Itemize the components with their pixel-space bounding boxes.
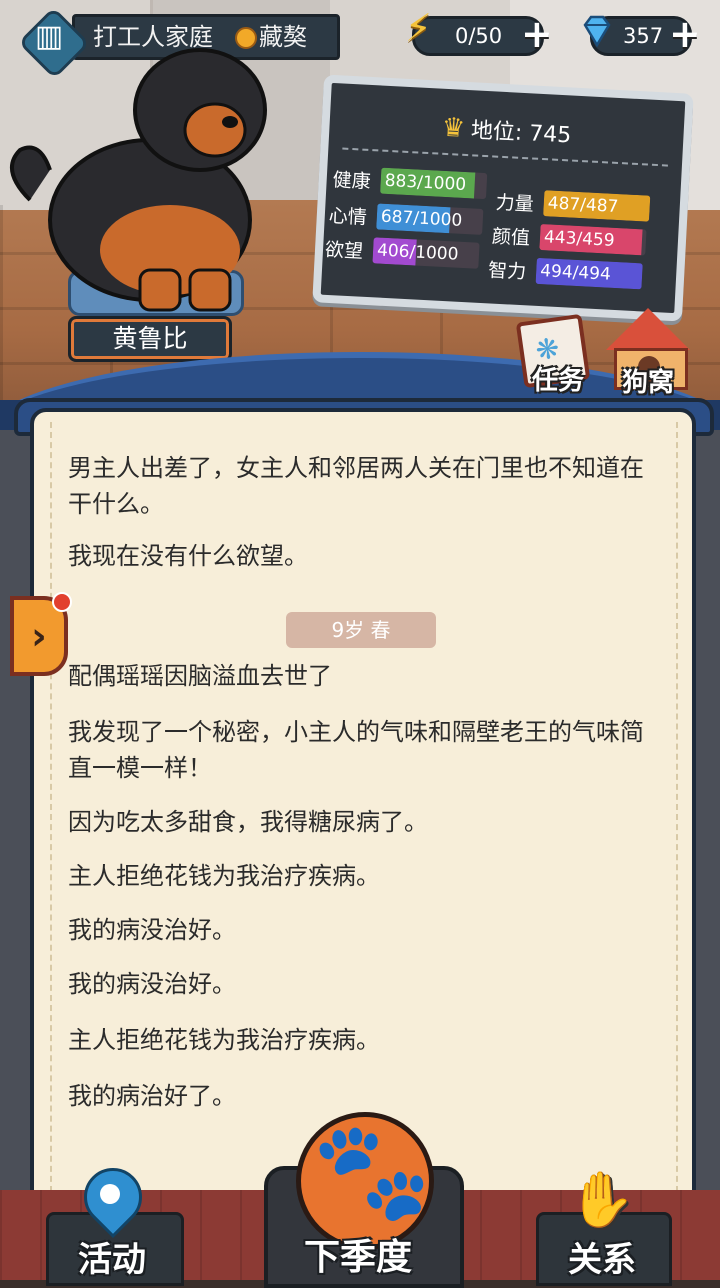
energy-value: 0/50 — [455, 24, 503, 48]
log-entry: 男主人出差了，女主人和邻居两人关在门里也不知道在干什么。 — [68, 454, 644, 518]
gem-counter: 357 + — [583, 15, 701, 56]
log-entry: 我的病没治好。 — [68, 916, 236, 944]
status-row: ♛ 地位: 745 — [329, 105, 684, 155]
stat-label: 力量 — [495, 191, 535, 216]
task-label[interactable]: 任务 — [532, 360, 584, 397]
stat-value: 443/459 — [543, 227, 616, 251]
stat-value: 494/494 — [539, 261, 612, 285]
log-entry: 我的病没治好。 — [68, 970, 236, 998]
add-gems-button[interactable]: + — [669, 15, 701, 53]
gem-value: 357 — [623, 24, 664, 48]
pet-name-badge[interactable]: 黄鲁比 — [68, 316, 232, 362]
lightning-icon: ⚡ — [405, 6, 432, 50]
stats-board[interactable]: ♛ 地位: 745 健康 883/1000 力量 487/487 心情 687/1… — [312, 74, 694, 322]
log-entry: 配偶瑶瑶因脑溢血去世了 — [68, 662, 332, 690]
activity-label[interactable]: 活动 — [78, 1232, 146, 1281]
stat-label: 智力 — [487, 259, 527, 284]
log-entry: 因为吃太多甜食，我得糖尿病了。 — [68, 808, 428, 836]
stat-value: 487/487 — [547, 193, 619, 218]
status-value: 地位: 745 — [470, 118, 572, 149]
stat-value: 406/1000 — [376, 240, 459, 265]
log-entry: 我现在没有什么欲望。 — [68, 542, 308, 570]
stat-label: 欲望 — [324, 238, 364, 263]
stat-label: 心情 — [328, 204, 368, 229]
paw-icon: 🐾 — [312, 1115, 432, 1227]
diamond-icon — [583, 15, 611, 48]
energy-counter: ⚡ 0/50 + — [405, 9, 553, 56]
notification-dot — [52, 592, 72, 612]
stat-label: 颜值 — [491, 225, 531, 250]
stat-label: 健康 — [332, 169, 372, 194]
kennel-label[interactable]: 狗窝 — [622, 362, 674, 399]
handshake-icon: ✋ — [568, 1168, 636, 1231]
kennel-roof — [606, 308, 690, 350]
stat-value: 883/1000 — [384, 170, 467, 196]
crown-icon: ♛ — [440, 112, 466, 144]
log-entry: 我发现了一个秘密，小主人的气味和隔壁老王的气味简直一模一样！ — [68, 718, 644, 782]
map-pin-hole — [100, 1184, 120, 1204]
log-entry: 我的病治好了。 — [68, 1082, 236, 1110]
next-season-label[interactable]: 下季度 — [304, 1228, 412, 1280]
season-tag: 9岁 春 — [286, 612, 436, 648]
stat-value: 687/1000 — [380, 206, 463, 231]
dog-illustration[interactable] — [0, 30, 270, 320]
log-entry: 主人拒绝花钱为我治疗疾病。 — [68, 1026, 380, 1054]
add-energy-button[interactable]: + — [521, 15, 553, 53]
log-entry: 主人拒绝花钱为我治疗疾病。 — [68, 862, 380, 890]
relations-label[interactable]: 关系 — [568, 1232, 636, 1281]
